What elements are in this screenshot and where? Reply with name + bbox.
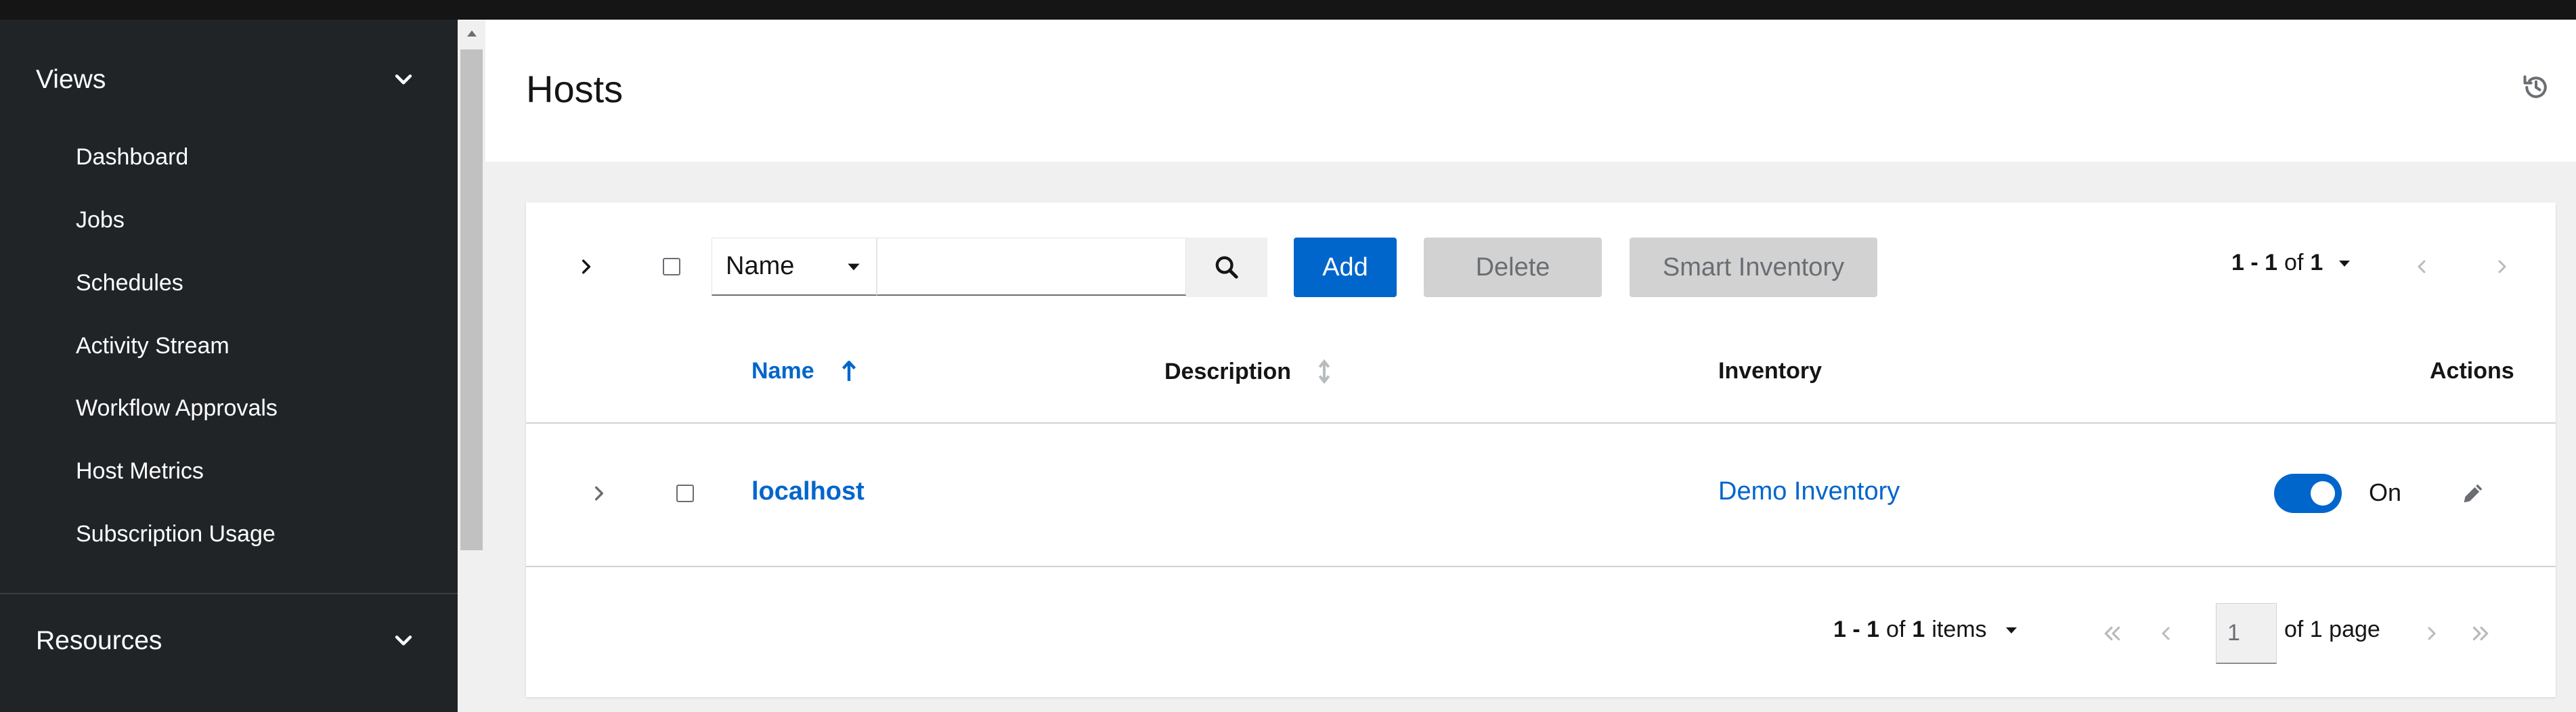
filter-key-value: Name	[726, 252, 795, 280]
sidebar-divider	[0, 593, 458, 594]
column-header-description[interactable]: Description	[1164, 358, 1332, 385]
sort-ascending-icon	[842, 360, 856, 381]
filter-key-select[interactable]: Name	[712, 238, 877, 296]
column-header-name[interactable]: Name	[751, 358, 858, 384]
nav-group-resources-label: Resources	[36, 626, 162, 655]
top-masthead	[0, 0, 2576, 20]
row-select-checkbox[interactable]	[676, 485, 694, 502]
column-header-description-label: Description	[1164, 358, 1292, 384]
pagination-toggle-bottom[interactable]: 1 - 1 of 1 items	[1833, 617, 2020, 643]
pagination-range: 1 - 1	[2231, 250, 2278, 275]
column-header-inventory: Inventory	[1718, 358, 1822, 384]
sidebar-item-dashboard[interactable]: Dashboard	[76, 137, 188, 177]
chevron-down-icon	[395, 636, 412, 646]
host-name-link[interactable]: localhost	[751, 477, 865, 506]
host-enabled-toggle[interactable]	[2274, 474, 2342, 513]
scroll-up-arrow-icon[interactable]	[458, 20, 485, 47]
previous-page-icon[interactable]	[2407, 251, 2438, 282]
search-icon	[1215, 256, 1238, 279]
pagination-bottom-total: 1	[1912, 617, 1925, 642]
pagination-bottom-range: 1 - 1	[1833, 617, 1880, 642]
pagination-of-pages: of 1 page	[2284, 617, 2380, 642]
previous-page-bottom-icon[interactable]	[2151, 618, 2182, 649]
smart-inventory-button[interactable]: Smart Inventory	[1630, 238, 1877, 297]
row-expand-chevron-icon[interactable]	[584, 478, 615, 509]
scrollbar-thumb[interactable]	[460, 49, 483, 550]
last-page-icon[interactable]	[2465, 618, 2496, 649]
sidebar: Views Dashboard Jobs Schedules Activity …	[0, 20, 458, 712]
sidebar-item-host-metrics[interactable]: Host Metrics	[76, 451, 204, 491]
sort-unsorted-icon	[1318, 359, 1330, 384]
pagination-total: 1	[2310, 250, 2323, 275]
nav-group-views-label: Views	[36, 65, 106, 94]
pagination-of: of	[2284, 250, 2304, 275]
column-header-name-label: Name	[751, 358, 814, 384]
history-icon[interactable]	[2517, 68, 2555, 106]
search-input[interactable]	[877, 238, 1186, 296]
sidebar-item-workflow-approvals[interactable]: Workflow Approvals	[76, 388, 278, 428]
toggle-knob	[2311, 481, 2335, 506]
delete-button[interactable]: Delete	[1424, 238, 1602, 297]
next-page-icon[interactable]	[2486, 251, 2517, 282]
caret-down-icon	[848, 263, 860, 270]
pagination-bottom-items: items	[1931, 617, 1987, 642]
sidebar-item-jobs[interactable]: Jobs	[76, 200, 125, 240]
expand-all-chevron-icon[interactable]	[571, 251, 602, 282]
column-header-actions: Actions	[2430, 358, 2514, 384]
hosts-card: Name Add Delete Smart Inventory 1 - 1 of…	[526, 202, 2556, 697]
caret-down-icon	[2339, 260, 2351, 267]
nav-group-resources[interactable]: Resources	[36, 614, 415, 668]
first-page-icon[interactable]	[2097, 618, 2128, 649]
add-button[interactable]: Add	[1294, 238, 1397, 297]
nav-group-views[interactable]: Views	[36, 53, 415, 107]
select-all-checkbox[interactable]	[663, 258, 680, 275]
caret-down-icon	[2005, 627, 2017, 633]
page-header: Hosts	[485, 20, 2576, 162]
sidebar-scrollbar[interactable]	[458, 20, 485, 712]
sidebar-item-schedules[interactable]: Schedules	[76, 263, 183, 303]
toggle-state-label: On	[2369, 479, 2402, 506]
chevron-down-icon	[395, 74, 412, 85]
sidebar-item-subscription-usage[interactable]: Subscription Usage	[76, 514, 276, 554]
pagination-bottom-of: of	[1886, 617, 1906, 642]
pagination-toggle-top[interactable]: 1 - 1 of 1	[2231, 250, 2353, 276]
table-row-divider	[526, 566, 2556, 567]
current-page-input[interactable]	[2216, 603, 2277, 664]
edit-pencil-icon[interactable]	[2455, 476, 2491, 511]
page-title: Hosts	[526, 68, 624, 110]
search-button[interactable]	[1186, 238, 1267, 297]
next-page-bottom-icon[interactable]	[2416, 618, 2447, 649]
inventory-link[interactable]: Demo Inventory	[1718, 477, 1900, 506]
table-header-divider	[526, 422, 2556, 424]
sidebar-item-activity-stream[interactable]: Activity Stream	[76, 326, 230, 366]
